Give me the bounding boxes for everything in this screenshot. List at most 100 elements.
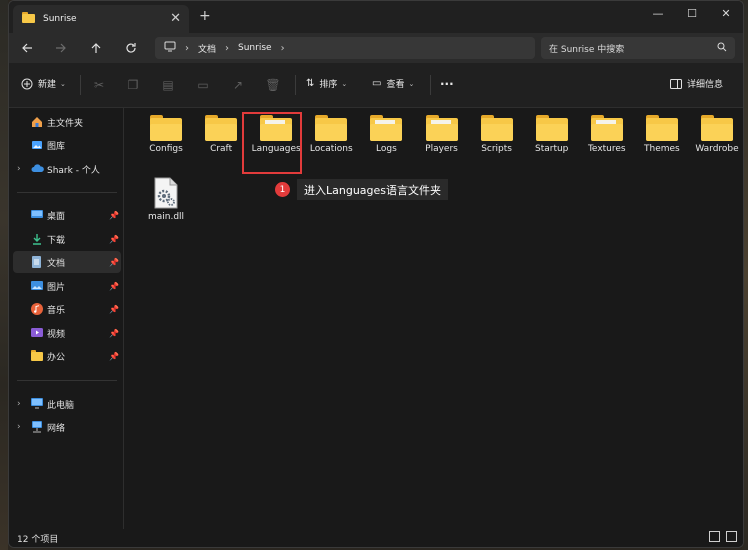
- home-icon: [31, 116, 43, 128]
- sidebar-item-documents[interactable]: 文档 📌: [13, 251, 121, 273]
- pin-icon[interactable]: 📌: [109, 282, 119, 291]
- chevron-down-icon: ⌄: [60, 79, 66, 88]
- sort-icon: ⇅: [306, 78, 315, 89]
- tab-title: Sunrise: [43, 14, 77, 24]
- sidebar-item-office[interactable]: 办公 📌: [13, 345, 121, 367]
- sidebar-item-label: 桌面: [47, 211, 66, 222]
- large-icons-view-icon[interactable]: [726, 531, 737, 542]
- sidebar-item-desktop[interactable]: 桌面 📌: [13, 204, 121, 226]
- pin-icon[interactable]: 📌: [109, 305, 119, 314]
- desktop-icon: [31, 209, 43, 221]
- search-box[interactable]: 在 Sunrise 中搜索: [541, 37, 735, 59]
- sidebar-item-videos[interactable]: 视频 📌: [13, 322, 121, 344]
- file-name-label: Locations: [309, 144, 353, 154]
- folder-item[interactable]: Locations: [303, 115, 359, 155]
- pin-icon[interactable]: 📌: [109, 329, 119, 338]
- sidebar-item-this-pc[interactable]: › 此电脑: [13, 393, 121, 415]
- folder-item[interactable]: Logs: [358, 115, 414, 155]
- address-bar[interactable]: › 文档 › Sunrise ›: [155, 37, 535, 59]
- maximize-button[interactable]: ☐: [675, 1, 709, 25]
- sort-button[interactable]: ⇅ 排序 ⌄: [306, 77, 347, 90]
- folder-icon: [370, 115, 403, 141]
- folder-item[interactable]: Startup: [524, 115, 580, 155]
- sidebar-item-home[interactable]: 主文件夹: [13, 111, 121, 133]
- folder-item[interactable]: Scripts: [469, 115, 525, 155]
- sidebar-item-onedrive[interactable]: › Shark - 个人: [13, 158, 121, 180]
- file-name-label: Configs: [149, 144, 183, 154]
- file-name-label: Logs: [376, 144, 397, 154]
- copy-icon[interactable]: ❐: [125, 77, 141, 93]
- forward-button[interactable]: [50, 38, 72, 58]
- folder-icon: [31, 350, 43, 362]
- new-tab-button[interactable]: +: [199, 8, 211, 24]
- cut-icon[interactable]: ✂: [91, 77, 107, 93]
- up-button[interactable]: [85, 38, 107, 58]
- paste-icon[interactable]: ▤: [160, 77, 176, 93]
- folder-item[interactable]: Configs: [138, 115, 194, 155]
- refresh-icon: [126, 43, 136, 53]
- refresh-button[interactable]: [120, 38, 142, 58]
- file-item[interactable]: main.dll: [138, 177, 194, 223]
- new-label: 新建: [38, 80, 57, 90]
- search-input[interactable]: 在 Sunrise 中搜索: [549, 42, 717, 55]
- breadcrumb-chevron-icon: ›: [280, 42, 285, 54]
- folder-item[interactable]: Textures: [579, 115, 635, 155]
- more-options-button[interactable]: ···: [440, 77, 454, 91]
- share-icon[interactable]: ↗: [230, 77, 246, 93]
- chevron-right-icon[interactable]: ›: [17, 164, 21, 174]
- details-view-icon[interactable]: [709, 531, 720, 542]
- back-button[interactable]: [16, 38, 38, 58]
- folder-item[interactable]: Players: [414, 115, 470, 155]
- document-icon: [31, 256, 43, 268]
- close-window-button[interactable]: ✕: [709, 1, 743, 25]
- details-pane-icon: [670, 78, 682, 89]
- sidebar-item-gallery[interactable]: 图库: [13, 134, 121, 156]
- sidebar-item-label: 主文件夹: [47, 118, 84, 129]
- pin-icon[interactable]: 📌: [109, 258, 119, 267]
- sidebar-item-pictures[interactable]: 图片 📌: [13, 275, 121, 297]
- rename-icon[interactable]: ▭: [195, 77, 211, 93]
- pin-icon[interactable]: 📌: [109, 211, 119, 220]
- computer-icon: [31, 398, 43, 410]
- breadcrumb-documents[interactable]: 文档: [198, 42, 216, 55]
- sidebar-item-label: 图片: [47, 282, 66, 293]
- arrow-up-icon: [91, 43, 101, 53]
- sidebar-item-label: 网络: [47, 423, 66, 434]
- arrow-right-icon: [56, 43, 66, 53]
- sidebar-item-label: 音乐: [47, 305, 66, 316]
- close-tab-icon[interactable]: ✕: [170, 11, 181, 26]
- title-bar: Sunrise ✕ + — ☐ ✕: [9, 1, 743, 33]
- monitor-icon: [164, 41, 176, 55]
- view-switcher: [709, 531, 737, 542]
- folder-item[interactable]: Wardrobe: [689, 115, 743, 155]
- folder-item[interactable]: Themes: [634, 115, 690, 155]
- new-button[interactable]: 新建 ⌄: [21, 77, 66, 90]
- search-icon: [717, 42, 727, 55]
- minimize-button[interactable]: —: [641, 1, 675, 25]
- sidebar-item-music[interactable]: 音乐 📌: [13, 298, 121, 320]
- pin-icon[interactable]: 📌: [109, 352, 119, 361]
- view-label: 查看: [386, 80, 405, 90]
- breadcrumb-chevron-icon: ›: [225, 42, 230, 54]
- chevron-right-icon[interactable]: ›: [17, 422, 21, 432]
- annotation-step-badge: 1: [275, 182, 290, 197]
- view-button[interactable]: ▭ 查看 ⌄: [372, 77, 414, 90]
- pin-icon[interactable]: 📌: [109, 235, 119, 244]
- sidebar-item-downloads[interactable]: 下载 📌: [13, 228, 121, 250]
- folder-icon: [645, 115, 678, 141]
- details-button[interactable]: 详细信息: [670, 77, 723, 90]
- sidebar-item-network[interactable]: › 网络: [13, 416, 121, 438]
- music-icon: [31, 303, 43, 315]
- chevron-right-icon[interactable]: ›: [17, 399, 21, 409]
- sidebar-item-label: 视频: [47, 329, 66, 340]
- sidebar-item-label: 下载: [47, 235, 66, 246]
- navigation-bar: › 文档 › Sunrise › 在 Sunrise 中搜索: [9, 33, 743, 63]
- video-icon: [31, 327, 43, 339]
- tab-sunrise[interactable]: Sunrise ✕: [13, 5, 189, 33]
- folder-item[interactable]: Craft: [193, 115, 249, 155]
- folder-icon: [315, 115, 348, 141]
- sidebar-divider: [17, 192, 117, 193]
- breadcrumb-sunrise[interactable]: Sunrise: [238, 43, 272, 53]
- file-name-label: Scripts: [481, 144, 512, 154]
- delete-icon[interactable]: 🗑: [265, 77, 281, 93]
